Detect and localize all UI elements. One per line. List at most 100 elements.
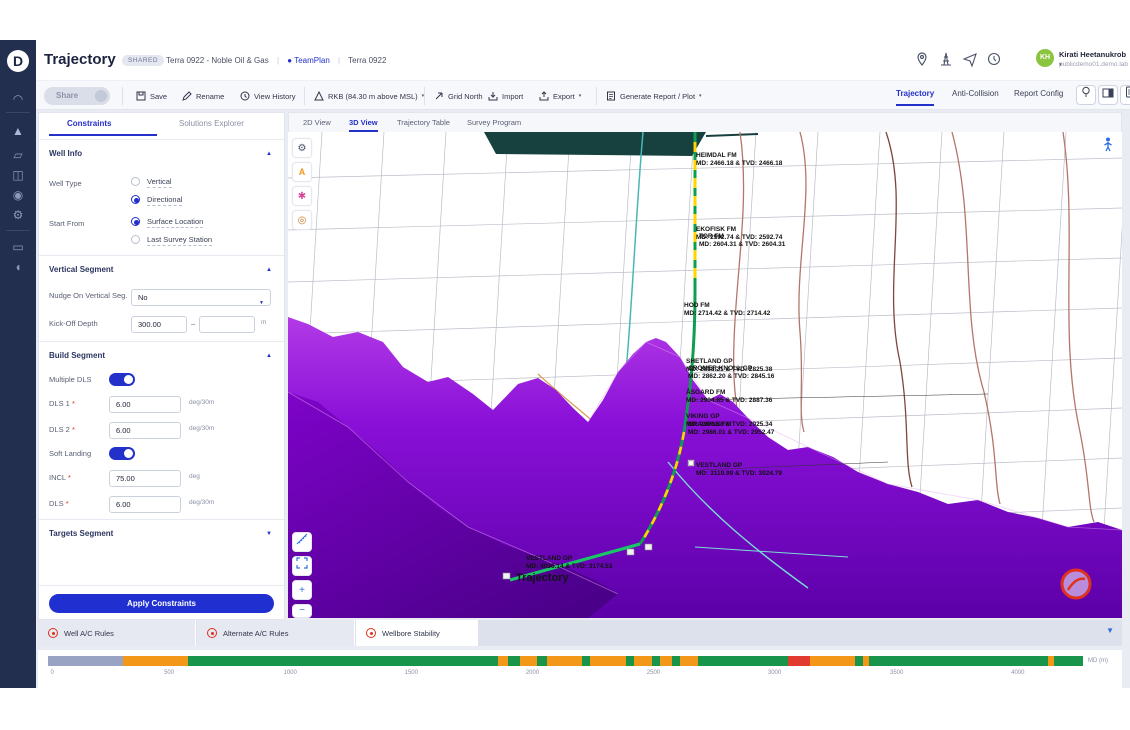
depth-segment-orange[interactable] <box>498 656 507 666</box>
dls2-input[interactable]: 6.00 <box>109 422 181 439</box>
vertical-segment-header[interactable]: Vertical Segment <box>49 265 113 274</box>
tab-survey-program[interactable]: Survey Program <box>467 118 521 127</box>
rkb-dropdown[interactable]: RKB (84.30 m above MSL) ▾ <box>314 88 424 104</box>
depth-segment-green[interactable] <box>626 656 634 666</box>
depth-segment-green[interactable] <box>855 656 862 666</box>
avatar[interactable]: KH <box>1036 49 1054 67</box>
depth-track[interactable] <box>48 656 1083 666</box>
history-clock-icon[interactable] <box>986 51 1002 67</box>
depth-segment-red[interactable] <box>788 656 810 666</box>
dls1-input[interactable]: 6.00 <box>109 396 181 413</box>
depth-segment-orange[interactable] <box>810 656 856 666</box>
radio-surface-location-label[interactable]: Surface Location <box>147 217 203 228</box>
tab-well-ac-rules[interactable]: Well A/C Rules <box>38 620 196 646</box>
zoom-out-button[interactable]: − <box>292 604 312 618</box>
depth-segment-orange[interactable] <box>520 656 537 666</box>
monitor-icon[interactable]: ▭ <box>0 240 36 254</box>
multiple-dls-toggle[interactable] <box>109 373 135 386</box>
depth-segment-green[interactable] <box>672 656 680 666</box>
depth-segment-green[interactable] <box>698 656 788 666</box>
feedback-icon[interactable]: ◖ <box>0 260 36 274</box>
radio-directional-label[interactable]: Directional <box>147 195 182 206</box>
settings-gear-icon[interactable]: ⚙ <box>0 208 36 222</box>
notes-panel-icon[interactable] <box>1120 85 1130 105</box>
tab-anti-collision[interactable]: Anti-Collision <box>952 89 999 98</box>
fit-view-icon[interactable] <box>292 556 312 576</box>
north-arrow-icon[interactable]: A <box>292 162 312 182</box>
depth-segment-orange[interactable] <box>590 656 625 666</box>
scene-3d[interactable]: HEIMDAL FMMD: 2466.18 & TVD: 2466.18EKOF… <box>288 132 1122 618</box>
save-button[interactable]: Save <box>136 88 167 104</box>
depth-segment-green[interactable] <box>508 656 520 666</box>
collapse-chevron-icon[interactable]: ▲ <box>266 151 272 157</box>
rename-button[interactable]: Rename <box>182 88 224 104</box>
depth-segment-orange[interactable] <box>660 656 672 666</box>
soft-landing-toggle[interactable] <box>109 447 135 460</box>
tab-3d-view[interactable]: 3D View <box>349 118 378 127</box>
import-button[interactable]: Import <box>488 88 523 104</box>
drill-compass-icon[interactable]: ▲ <box>0 124 36 138</box>
build-segment-header[interactable]: Build Segment <box>49 351 105 360</box>
targets-segment-header[interactable]: Targets Segment <box>49 529 113 538</box>
share-button[interactable]: Share <box>44 87 110 105</box>
depth-segment-green[interactable] <box>652 656 659 666</box>
radio-directional[interactable] <box>131 195 140 204</box>
focus-trajectory-icon[interactable] <box>1100 136 1116 152</box>
incl-input[interactable]: 75.00 <box>109 470 181 487</box>
gauge-icon[interactable]: ◠ <box>0 92 36 106</box>
depth-segment-orange[interactable] <box>634 656 653 666</box>
team-icon[interactable]: ◉ <box>0 188 36 202</box>
breadcrumb-well[interactable]: Terra 0922 <box>348 56 386 65</box>
scene-settings-gear-icon[interactable]: ⚙ <box>292 138 312 158</box>
radio-vertical[interactable] <box>131 177 140 186</box>
radio-surface-location[interactable] <box>131 217 140 226</box>
wellbore-rings-icon[interactable]: ◎ <box>292 210 312 230</box>
formations-toggle-icon[interactable]: ✱ <box>292 186 312 206</box>
tab-constraints[interactable]: Constraints <box>67 119 111 128</box>
layout-columns-icon[interactable] <box>1098 85 1118 105</box>
location-pin-icon[interactable] <box>914 51 930 67</box>
collapse-chevron-icon[interactable]: ▲ <box>266 267 272 273</box>
tips-bulb-icon[interactable] <box>1076 85 1096 105</box>
tab-2d-view[interactable]: 2D View <box>303 118 331 127</box>
depth-segment-green[interactable] <box>869 656 1048 666</box>
zoom-in-button[interactable]: + <box>292 580 312 600</box>
depth-segment-green[interactable] <box>188 656 499 666</box>
depth-segment-gray[interactable] <box>48 656 123 666</box>
kickoff-input-2[interactable] <box>199 316 255 333</box>
export-dropdown[interactable]: Export ▾ <box>539 88 581 104</box>
tab-solutions-explorer[interactable]: Solutions Explorer <box>179 119 244 128</box>
radio-vertical-label[interactable]: Vertical <box>147 177 172 188</box>
tab-report-config[interactable]: Report Config <box>1014 89 1063 98</box>
collapse-panel-chevron-icon[interactable]: ▼ <box>1106 626 1114 635</box>
measure-ruler-icon[interactable] <box>292 532 312 552</box>
nudge-select[interactable]: No ▼ <box>131 289 271 306</box>
view-history-button[interactable]: View History <box>240 88 296 104</box>
kickoff-input[interactable]: 300.00 <box>131 316 187 333</box>
send-icon[interactable] <box>962 51 978 67</box>
generate-report-dropdown[interactable]: Generate Report / Plot ▾ <box>606 88 702 104</box>
tab-trajectory-table[interactable]: Trajectory Table <box>397 118 450 127</box>
depth-segment-green[interactable] <box>537 656 547 666</box>
depth-segment-orange[interactable] <box>547 656 582 666</box>
radio-last-survey-station[interactable] <box>131 235 140 244</box>
tab-alternate-ac-rules[interactable]: Alternate A/C Rules <box>197 620 355 646</box>
grid-north-button[interactable]: Grid North <box>434 88 483 104</box>
breadcrumb-project[interactable]: Terra 0922 - Noble Oil & Gas <box>166 56 269 65</box>
breadcrumb-team[interactable]: TeamPlan <box>294 56 330 65</box>
radio-last-survey-station-label[interactable]: Last Survey Station <box>147 235 212 246</box>
report-icon[interactable]: ◫ <box>0 168 36 182</box>
tab-wellbore-stability[interactable]: Wellbore Stability <box>356 620 478 646</box>
depth-segment-orange[interactable] <box>680 656 698 666</box>
share-toggle[interactable] <box>95 90 107 102</box>
app-logo[interactable]: D <box>7 50 29 72</box>
apply-constraints-button[interactable]: Apply Constraints <box>49 594 274 613</box>
depth-segment-green[interactable] <box>1054 656 1083 666</box>
expand-chevron-icon[interactable]: ▼ <box>266 531 272 537</box>
depth-segment-orange[interactable] <box>123 656 188 666</box>
edit-square-icon[interactable]: ▱ <box>0 148 36 162</box>
collapse-chevron-icon[interactable]: ▲ <box>266 353 272 359</box>
depth-segment-green[interactable] <box>582 656 590 666</box>
tab-trajectory[interactable]: Trajectory <box>896 89 934 98</box>
derrick-icon[interactable] <box>938 51 954 67</box>
